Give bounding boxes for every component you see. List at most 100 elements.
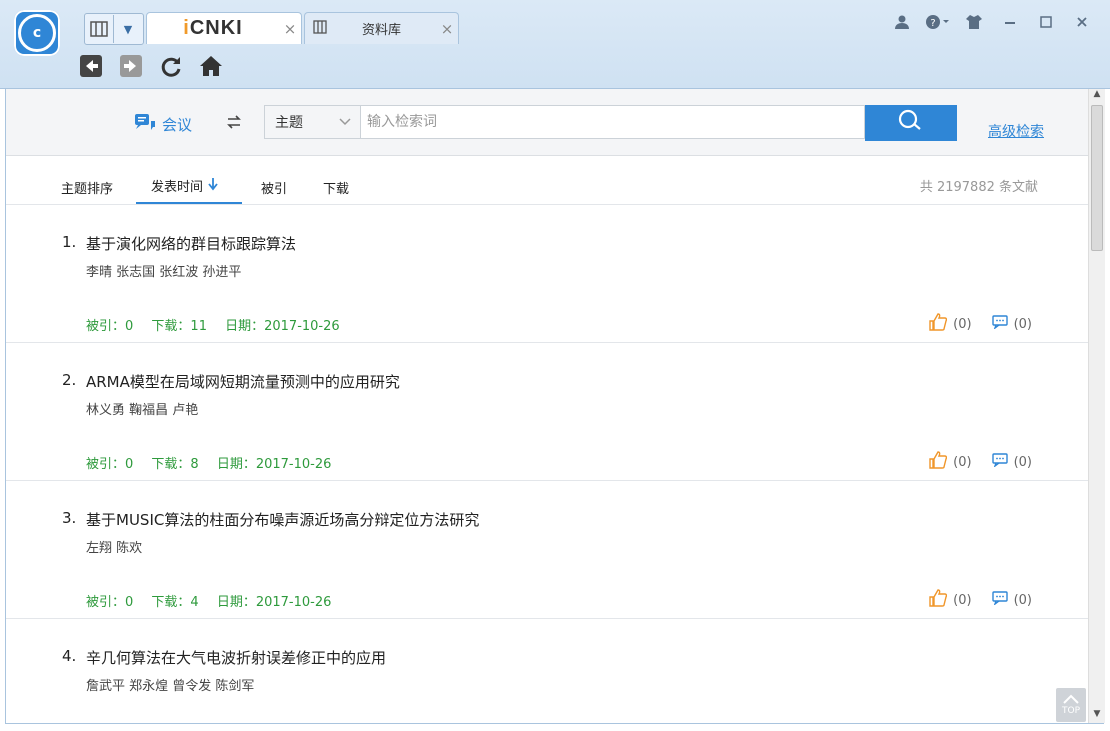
search-button[interactable]	[865, 105, 957, 141]
result-meta: 被引：0 下载：8 日期：2017-10-26	[86, 453, 345, 472]
back-to-top-label: TOP	[1061, 706, 1080, 716]
search-field-value: 主题	[275, 115, 303, 131]
skin-icon[interactable]	[960, 10, 988, 34]
thumbs-up-icon[interactable]	[929, 313, 948, 335]
window-controls: ?	[888, 10, 1096, 34]
comment-icon[interactable]	[991, 453, 1008, 471]
user-icon[interactable]	[888, 10, 916, 34]
title-bar: c ▼ iCNKI × 资料库 × ?	[0, 0, 1110, 89]
list-item: 3. 基于MUSIC算法的柱面分布噪声源近场高分辩定位方法研究 左翔 陈欢 被引…	[6, 481, 1088, 619]
tab-library-label: 资料库	[361, 22, 401, 37]
conference-icon	[134, 113, 156, 135]
advanced-search-link[interactable]: 高级检索	[988, 121, 1044, 141]
chevron-up-icon	[1056, 694, 1086, 706]
home-icon[interactable]	[198, 53, 224, 79]
result-title[interactable]: ARMA模型在局域网短期流量预测中的应用研究	[86, 371, 400, 392]
app-logo[interactable]: c	[14, 10, 60, 56]
cnki-logo: iCNKI	[183, 17, 243, 39]
maximize-icon[interactable]	[1032, 10, 1060, 34]
result-title[interactable]: 基于MUSIC算法的柱面分布噪声源近场高分辩定位方法研究	[86, 509, 479, 530]
library-icon	[313, 19, 327, 38]
cited-count: 被引：0	[86, 319, 134, 334]
comment-icon[interactable]	[991, 315, 1008, 333]
result-index: 2.	[62, 371, 77, 389]
download-count: 下载：8	[151, 457, 199, 472]
publish-date: 日期：2017-10-26	[216, 457, 332, 472]
tab-cnki[interactable]: iCNKI ×	[146, 12, 302, 44]
result-actions: (0) (0)	[929, 451, 1032, 473]
library-icon[interactable]	[85, 15, 114, 43]
tab-close-icon[interactable]: ×	[279, 20, 301, 38]
like-count: (0)	[953, 592, 972, 608]
result-index: 1.	[62, 233, 77, 251]
app-window: c ▼ iCNKI × 资料库 × ? 会议 主题 输入检索词 高级检索 主题排…	[0, 0, 1110, 731]
navigation-bar	[78, 53, 224, 79]
result-authors[interactable]: 李晴 张志国 张红波 孙进平	[86, 261, 241, 280]
list-item: 2. ARMA模型在局域网短期流量预测中的应用研究 林义勇 鞠福昌 卢艳 被引：…	[6, 343, 1088, 481]
result-meta: 被引：0 下载：4 日期：2017-10-26	[86, 591, 345, 610]
comment-icon[interactable]	[991, 591, 1008, 609]
thumbs-up-icon[interactable]	[929, 589, 948, 611]
close-icon[interactable]	[1068, 10, 1096, 34]
tab-menu[interactable]: ▼	[84, 13, 144, 45]
publish-date: 日期：2017-10-26	[216, 595, 332, 610]
sort-by-downloads[interactable]: 下载	[323, 178, 349, 197]
result-meta: 被引：0 下载：11 日期：2017-10-26	[86, 315, 354, 334]
cited-count: 被引：0	[86, 457, 134, 472]
list-item: 4. 辛几何算法在大气电波折射误差修正中的应用 詹武平 郑永煌 曾令发 陈剑军	[6, 619, 1088, 723]
sort-by-date-label: 发表时间	[151, 180, 204, 195]
forward-icon[interactable]	[118, 53, 144, 79]
chevron-down-icon[interactable]: ▼	[114, 23, 142, 36]
sort-by-citations[interactable]: 被引	[261, 178, 287, 197]
svg-text:?: ?	[930, 18, 935, 29]
tab-library[interactable]: 资料库 ×	[304, 12, 459, 44]
result-authors[interactable]: 詹武平 郑永煌 曾令发 陈剑军	[86, 675, 254, 694]
thumbs-up-icon[interactable]	[929, 451, 948, 473]
publish-date: 日期：2017-10-26	[225, 319, 340, 334]
refresh-icon[interactable]	[158, 53, 184, 79]
sort-by-topic[interactable]: 主题排序	[61, 178, 113, 197]
result-title[interactable]: 辛几何算法在大气电波折射误差修正中的应用	[86, 647, 386, 668]
minimize-icon[interactable]	[996, 10, 1024, 34]
result-title[interactable]: 基于演化网络的群目标跟踪算法	[86, 233, 296, 254]
scrollbar-thumb[interactable]	[1091, 105, 1103, 251]
result-index: 4.	[62, 647, 77, 665]
back-to-top-button[interactable]: TOP	[1056, 688, 1086, 722]
vertical-scrollbar[interactable]: ▲ ▼	[1088, 89, 1105, 723]
like-count: (0)	[953, 454, 972, 470]
comment-count: (0)	[1013, 454, 1032, 470]
comment-count: (0)	[1013, 316, 1032, 332]
app-logo-mark: c	[18, 14, 56, 52]
result-index: 3.	[62, 509, 77, 527]
database-label: 会议	[162, 115, 193, 134]
results-list: 1. 基于演化网络的群目标跟踪算法 李晴 张志国 张红波 孙进平 被引：0 下载…	[6, 205, 1088, 723]
download-count: 下载：11	[151, 319, 207, 334]
total-count: 共 2197882 条文献	[919, 180, 1038, 195]
chevron-down-icon	[338, 114, 352, 131]
sort-by-date[interactable]: 发表时间	[151, 176, 219, 195]
list-item: 1. 基于演化网络的群目标跟踪算法 李晴 张志国 张红波 孙进平 被引：0 下载…	[6, 205, 1088, 343]
comment-count: (0)	[1013, 592, 1032, 608]
cited-count: 被引：0	[86, 595, 134, 610]
main-content: 会议 主题 高级检索 主题排序 发表时间	[6, 89, 1088, 723]
switch-icon[interactable]	[226, 114, 242, 133]
frame-border	[6, 723, 1104, 724]
result-actions: (0) (0)	[929, 313, 1032, 335]
active-sort-underline	[136, 202, 242, 204]
result-authors[interactable]: 左翔 陈欢	[86, 537, 142, 556]
arrow-down-icon	[207, 178, 219, 195]
result-actions: (0) (0)	[929, 589, 1032, 611]
search-input[interactable]	[360, 105, 865, 139]
scroll-down-icon[interactable]: ▼	[1089, 709, 1105, 723]
search-bar: 会议 主题 高级检索	[6, 89, 1088, 156]
database-selector[interactable]: 会议	[134, 113, 192, 135]
tab-close-icon[interactable]: ×	[436, 20, 458, 38]
search-field-select[interactable]: 主题	[264, 105, 360, 139]
help-icon[interactable]: ?	[924, 10, 952, 34]
scroll-up-icon[interactable]: ▲	[1089, 89, 1105, 103]
result-authors[interactable]: 林义勇 鞠福昌 卢艳	[86, 399, 198, 418]
back-icon[interactable]	[78, 53, 104, 79]
search-icon	[898, 109, 924, 137]
sort-bar: 主题排序 发表时间 被引 下载 共 2197882 条文献	[6, 156, 1088, 205]
download-count: 下载：4	[151, 595, 199, 610]
